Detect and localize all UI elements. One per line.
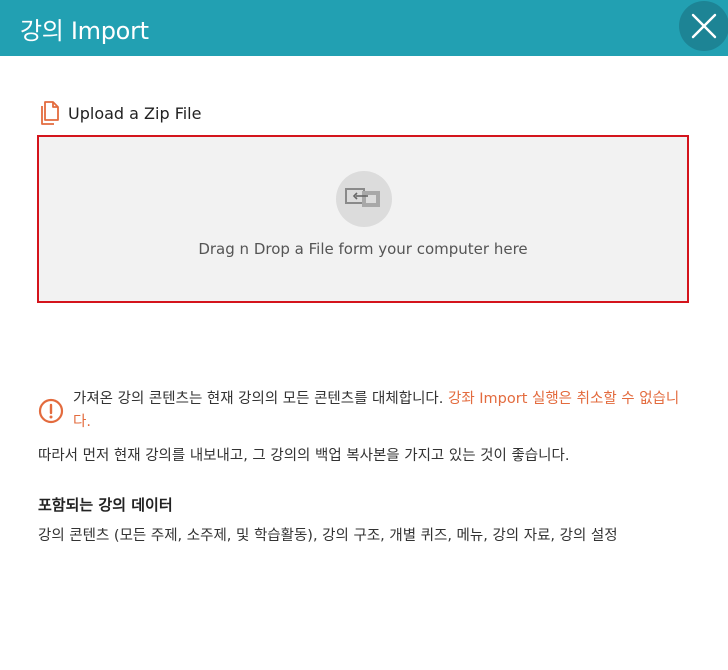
documents-icon xyxy=(41,101,59,125)
warning-text: 가져온 강의 콘텐츠는 현재 강의의 모든 콘텐츠를 대체합니다. 강좌 Imp… xyxy=(73,388,693,434)
dialog-title: 강의 Import xyxy=(20,17,149,45)
dropzone-text: Drag n Drop a File form your computer he… xyxy=(198,240,528,258)
file-dropzone[interactable]: Drag n Drop a File form your computer he… xyxy=(37,135,689,303)
included-data-list: 강의 콘텐츠 (모든 주제, 소주제, 및 학습활동), 강의 구조, 개별 퀴… xyxy=(38,528,618,544)
close-button[interactable] xyxy=(679,1,728,51)
file-transfer-icon xyxy=(345,188,380,207)
close-icon xyxy=(691,13,717,39)
warning-main-text: 가져온 강의 콘텐츠는 현재 강의의 모든 콘텐츠를 대체합니다. xyxy=(73,391,448,407)
backup-recommendation: 따라서 먼저 현재 강의를 내보내고, 그 강의의 백업 복사본을 가지고 있는… xyxy=(38,448,570,464)
upload-label-row: Upload a Zip File xyxy=(38,100,201,126)
exclamation-circle-icon xyxy=(38,398,64,424)
dialog-header: 강의 Import xyxy=(0,0,728,56)
dropzone-icon-circle xyxy=(336,171,392,227)
included-data-title: 포함되는 강의 데이터 xyxy=(38,496,173,514)
upload-label: Upload a Zip File xyxy=(68,103,202,123)
